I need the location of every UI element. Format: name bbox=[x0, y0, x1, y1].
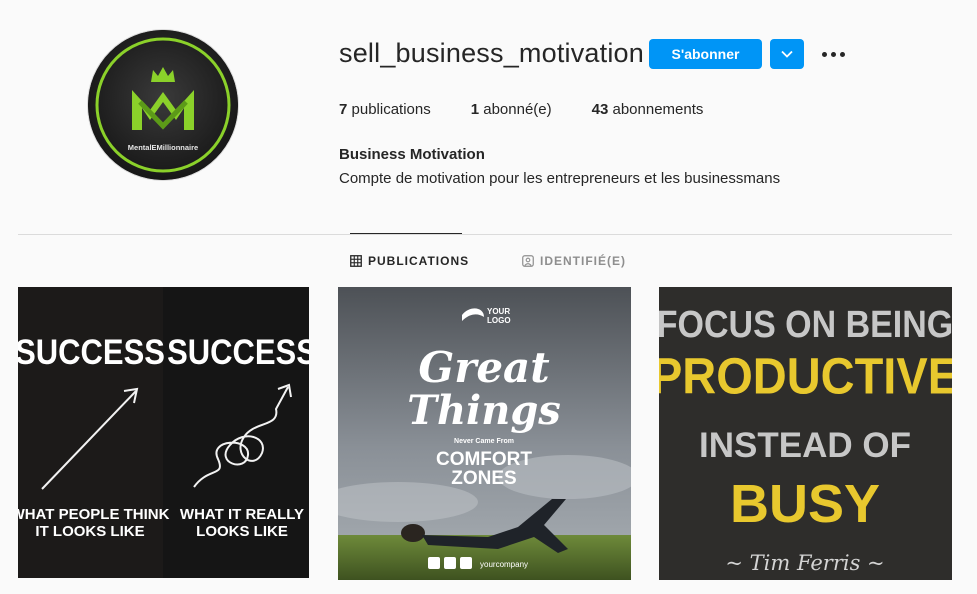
post-text: IT LOOKS LIKE bbox=[35, 523, 144, 540]
post-text: PRODUCTIVE bbox=[659, 349, 952, 405]
profile-username: sell_business_motivation bbox=[339, 38, 644, 68]
tab-tagged-label: IDENTIFIÉ(E) bbox=[540, 254, 626, 268]
post-image-success: SUCCESS SUCCESS WHAT PEOPLE THINK IT LOO… bbox=[18, 287, 309, 578]
grid-icon bbox=[350, 255, 362, 267]
post-text: YOUR bbox=[487, 307, 510, 316]
post-text: Things bbox=[407, 387, 561, 434]
posts-count: 7 publications bbox=[339, 101, 431, 118]
post-text: WHAT PEOPLE THINK bbox=[18, 506, 170, 523]
profile-stats: 7 publications 1 abonné(e) 43 abonnement… bbox=[339, 101, 743, 118]
following-link[interactable]: 43 abonnements bbox=[592, 101, 704, 118]
post-thumbnail[interactable]: FOCUS ON BEING PRODUCTIVE INSTEAD OF BUS… bbox=[659, 287, 952, 580]
post-text: BUSY bbox=[730, 474, 880, 534]
suggested-dropdown-button[interactable] bbox=[770, 39, 804, 69]
post-text: INSTEAD OF bbox=[699, 426, 911, 465]
tagged-user-icon bbox=[522, 255, 534, 267]
dot-icon bbox=[821, 51, 827, 57]
post-text: SUCCESS bbox=[18, 333, 165, 372]
dot-icon bbox=[830, 51, 836, 57]
mental-millionnaire-logo: MentalEMillionnaire bbox=[88, 30, 238, 180]
post-text: ~ Tim Ferris ~ bbox=[725, 551, 884, 575]
active-tab-indicator bbox=[350, 233, 462, 234]
follow-button[interactable]: S'abonner bbox=[649, 39, 762, 69]
post-text: SUCCESS bbox=[167, 333, 309, 372]
tabs-divider bbox=[18, 234, 952, 235]
tab-publications[interactable]: PUBLICATIONS bbox=[350, 254, 469, 268]
tab-tagged[interactable]: IDENTIFIÉ(E) bbox=[522, 254, 626, 268]
facebook-icon bbox=[428, 557, 440, 569]
post-text: WHAT IT REALLY bbox=[180, 506, 304, 523]
post-thumbnail[interactable]: YOUR LOGO Great Things Never Came From C… bbox=[338, 287, 631, 580]
tab-publications-label: PUBLICATIONS bbox=[368, 254, 470, 268]
post-image-focus-productive: FOCUS ON BEING PRODUCTIVE INSTEAD OF BUS… bbox=[659, 287, 952, 580]
logo-text: MentalEMillionnaire bbox=[128, 143, 198, 152]
post-text: yourcompany bbox=[480, 560, 528, 569]
profile-full-name: Business Motivation bbox=[339, 146, 485, 163]
post-text: COMFORT bbox=[436, 449, 532, 470]
more-options-button[interactable] bbox=[818, 40, 848, 68]
post-text: ZONES bbox=[451, 468, 516, 489]
profile-bio: Compte de motivation pour les entreprene… bbox=[339, 170, 781, 187]
twitter-icon bbox=[460, 557, 472, 569]
post-thumbnail[interactable]: SUCCESS SUCCESS WHAT PEOPLE THINK IT LOO… bbox=[18, 287, 309, 578]
post-text: FOCUS ON BEING bbox=[659, 302, 952, 345]
dot-icon bbox=[839, 51, 845, 57]
post-text: LOOKS LIKE bbox=[196, 523, 288, 540]
post-text: Never Came From bbox=[454, 438, 514, 445]
followers-link[interactable]: 1 abonné(e) bbox=[471, 101, 552, 118]
profile-avatar[interactable]: MentalEMillionnaire bbox=[88, 30, 238, 180]
chevron-down-icon bbox=[781, 50, 793, 58]
post-text: LOGO bbox=[487, 316, 511, 325]
post-image-comfort-zones: YOUR LOGO Great Things Never Came From C… bbox=[338, 287, 631, 580]
post-text: Great bbox=[418, 343, 549, 392]
instagram-icon bbox=[444, 557, 456, 569]
